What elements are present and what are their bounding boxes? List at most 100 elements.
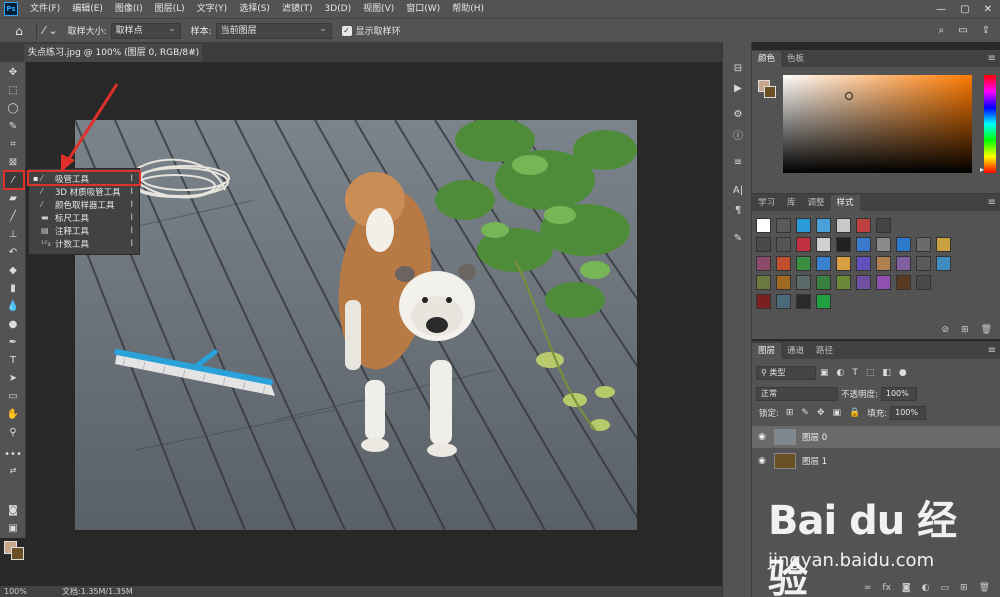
tab-adjustments[interactable]: 调整 <box>802 195 831 211</box>
style-preset-swatch[interactable] <box>816 237 831 252</box>
lock-artboard-icon[interactable]: ▣ <box>833 408 842 418</box>
background-color-swatch[interactable] <box>11 547 24 560</box>
menu-file[interactable]: 文件(F) <box>24 0 66 18</box>
menu-edit[interactable]: 编辑(E) <box>66 0 109 18</box>
tab-color[interactable]: 颜色 <box>752 51 782 67</box>
adjustments-sliders-icon[interactable]: ≡ <box>729 154 747 170</box>
zoom-tool-icon[interactable]: ⚲ <box>3 424 23 440</box>
lock-all-icon[interactable]: 🔒 <box>849 408 860 418</box>
character-icon[interactable]: A| <box>729 182 747 198</box>
style-preset-swatch[interactable] <box>776 294 791 309</box>
menu-filter[interactable]: 滤镜(T) <box>276 0 319 18</box>
style-preset-swatch[interactable] <box>816 256 831 271</box>
home-icon[interactable]: ⌂ <box>8 21 30 41</box>
lock-position-icon[interactable]: ✥ <box>817 408 825 418</box>
style-preset-swatch[interactable] <box>916 275 931 290</box>
style-preset-swatch[interactable] <box>896 275 911 290</box>
delete-style-icon[interactable]: 🗑 <box>981 325 992 335</box>
sample-select[interactable]: 当前图层 <box>215 22 332 39</box>
style-preset-swatch[interactable] <box>836 237 851 252</box>
minimize-button[interactable]: — <box>936 4 946 15</box>
style-preset-swatch[interactable] <box>796 237 811 252</box>
swap-colors-icon[interactable]: ⇄ <box>3 462 23 478</box>
style-preset-swatch[interactable] <box>796 256 811 271</box>
style-preset-swatch[interactable] <box>856 218 871 233</box>
style-preset-swatch[interactable] <box>756 275 771 290</box>
document-image[interactable] <box>75 120 637 530</box>
style-preset-swatch[interactable] <box>836 218 851 233</box>
visibility-eye-icon[interactable]: ◉ <box>752 456 772 466</box>
new-style-icon[interactable]: ⊞ <box>961 325 969 335</box>
style-preset-swatch[interactable] <box>876 237 891 252</box>
history-brush-tool-icon[interactable]: ↶ <box>3 244 23 260</box>
visibility-eye-icon[interactable]: ◉ <box>752 432 772 442</box>
panel-menu-icon[interactable]: ≡ <box>988 195 1000 211</box>
color-background-swatch[interactable] <box>764 86 776 98</box>
filter-adjustment-icon[interactable]: ◐ <box>837 368 845 378</box>
tab-learn[interactable]: 学习 <box>752 195 781 211</box>
fill-field[interactable]: 100% <box>890 406 927 420</box>
flyout-item-count[interactable]: ¹²₃ 计数工具 I <box>29 237 139 250</box>
hue-slider-handle[interactable]: ▸ <box>980 165 984 174</box>
layer-filter-select[interactable]: ⚲ 类型 <box>756 366 816 380</box>
menu-window[interactable]: 窗口(W) <box>400 0 446 18</box>
eyedropper-preset-icon[interactable]: ⁄ ⌄ <box>43 24 58 37</box>
style-preset-swatch[interactable] <box>796 294 811 309</box>
flyout-item-ruler[interactable]: ▬ 标尺工具 I <box>29 211 139 224</box>
rectangle-tool-icon[interactable]: ▭ <box>3 388 23 404</box>
share-icon[interactable]: ⇪ <box>982 25 990 36</box>
type-tool-icon[interactable]: T <box>3 352 23 368</box>
style-preset-swatch[interactable] <box>756 218 771 233</box>
style-preset-swatch[interactable] <box>796 275 811 290</box>
style-preset-swatch[interactable] <box>856 256 871 271</box>
path-select-tool-icon[interactable]: ➤ <box>3 370 23 386</box>
style-preset-swatch[interactable] <box>776 237 791 252</box>
panel-menu-icon[interactable]: ≡ <box>988 51 1000 67</box>
clear-style-icon[interactable]: ⊘ <box>941 325 949 335</box>
style-preset-swatch[interactable] <box>816 294 831 309</box>
screen-mode-icon[interactable]: ▣ <box>3 520 23 536</box>
filter-pixel-icon[interactable]: ▣ <box>820 368 829 378</box>
menu-3d[interactable]: 3D(D) <box>318 0 357 18</box>
lasso-tool-icon[interactable]: ◯ <box>3 100 23 116</box>
style-preset-swatch[interactable] <box>756 237 771 252</box>
opacity-field[interactable]: 100% <box>880 387 917 401</box>
crop-tool-icon[interactable]: ⌗ <box>3 136 23 152</box>
move-tool-icon[interactable]: ✥ <box>3 64 23 80</box>
filter-smart-object-icon[interactable]: ◧ <box>882 368 891 378</box>
blend-mode-select[interactable]: 正常 <box>756 387 838 401</box>
tab-libraries[interactable]: 库 <box>781 195 802 211</box>
menu-select[interactable]: 选择(S) <box>233 0 276 18</box>
style-preset-swatch[interactable] <box>756 256 771 271</box>
menu-help[interactable]: 帮助(H) <box>446 0 490 18</box>
hue-slider[interactable] <box>984 75 996 173</box>
close-button[interactable]: ✕ <box>984 4 992 15</box>
panel-menu-icon[interactable]: ≡ <box>988 343 1000 359</box>
layer-row[interactable]: ◉ 图层 1 <box>752 450 1000 472</box>
tab-swatches[interactable]: 色板 <box>781 51 810 67</box>
style-preset-swatch[interactable] <box>816 275 831 290</box>
workspace-icon[interactable]: ▭ <box>958 25 967 36</box>
lock-image-icon[interactable]: ✎ <box>801 408 809 418</box>
tab-layers[interactable]: 图层 <box>752 343 782 359</box>
filter-toggle-icon[interactable]: ● <box>899 368 907 378</box>
style-preset-swatch[interactable] <box>836 275 851 290</box>
marquee-tool-icon[interactable]: ⬚ <box>3 82 23 98</box>
maximize-button[interactable]: ▢ <box>960 4 969 15</box>
style-preset-swatch[interactable] <box>756 294 771 309</box>
quick-mask-icon[interactable]: ◙ <box>3 502 23 518</box>
close-tab-icon[interactable]: × <box>188 44 196 62</box>
menu-view[interactable]: 视图(V) <box>357 0 400 18</box>
search-icon[interactable]: ⌕ <box>939 25 945 36</box>
style-preset-swatch[interactable] <box>836 256 851 271</box>
menu-type[interactable]: 文字(Y) <box>191 0 234 18</box>
show-ring-checkbox[interactable]: ✓ <box>341 25 352 36</box>
menu-layer[interactable]: 图层(L) <box>149 0 191 18</box>
paragraph-icon[interactable]: ¶ <box>729 202 747 218</box>
tab-paths[interactable]: 路径 <box>810 343 839 359</box>
more-tools-icon[interactable]: ••• <box>3 446 23 462</box>
style-preset-swatch[interactable] <box>896 256 911 271</box>
quick-select-tool-icon[interactable]: ✎ <box>3 118 23 134</box>
brush-tool-icon[interactable]: ╱ <box>3 208 23 224</box>
style-preset-swatch[interactable] <box>856 275 871 290</box>
